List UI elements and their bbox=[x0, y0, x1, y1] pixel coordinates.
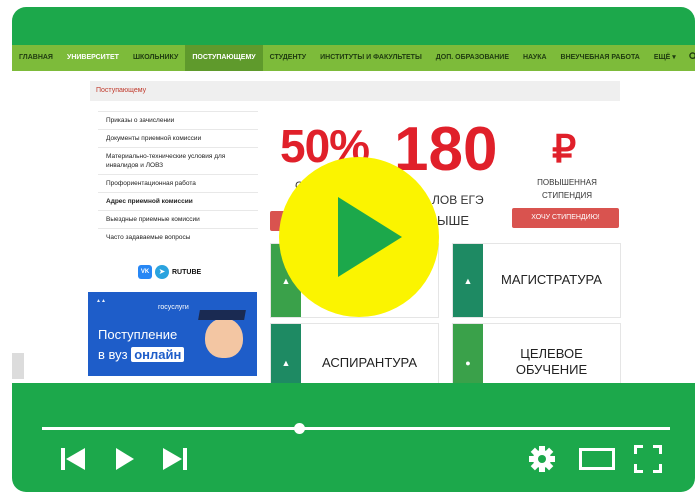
promo-ege-text: ЛОВ ЕГЭ bbox=[432, 193, 484, 207]
banner-line2: в вуз онлайн bbox=[98, 347, 185, 362]
menu-item-documents[interactable]: Документы приемной комиссии bbox=[98, 129, 258, 147]
side-scroll-tab[interactable] bbox=[12, 353, 24, 379]
card-side bbox=[453, 324, 483, 383]
settings-gear-icon[interactable] bbox=[527, 445, 557, 478]
play-small-icon[interactable] bbox=[115, 447, 135, 476]
menu-item-faq[interactable]: Часто задаваемые вопросы bbox=[98, 228, 258, 246]
gosuslugi-banner[interactable]: ▲▲ госуслуги Поступление в вуз онлайн bbox=[88, 292, 257, 376]
card-aspirantura[interactable]: ▲ АСПИРАНТУРА bbox=[270, 323, 439, 383]
promo-number: 180 bbox=[394, 115, 498, 184]
nav-institutes[interactable]: ИНСТИТУТЫ И ФАКУЛЬТЕТЫ bbox=[313, 45, 429, 71]
next-icon[interactable] bbox=[162, 447, 188, 476]
social-links: VK ➤ RUTUBE bbox=[138, 265, 201, 279]
menu-item-orders[interactable]: Приказы о зачислении bbox=[98, 111, 258, 129]
menu-item-address[interactable]: Адрес приемной комиссии bbox=[98, 192, 258, 210]
breadcrumb[interactable]: Поступающему bbox=[90, 81, 620, 101]
nav-more[interactable]: ЕЩЁ ▾ bbox=[647, 45, 683, 71]
nav-university[interactable]: УНИВЕРСИТЕТ bbox=[60, 45, 126, 71]
scholarship-text: ПОВЫШЕННАЯ СТИПЕНДИЯ bbox=[537, 178, 597, 200]
telegram-icon[interactable]: ➤ bbox=[155, 265, 169, 279]
site-nav: ГЛАВНАЯ УНИВЕРСИТЕТ ШКОЛЬНИКУ ПОСТУПАЮЩЕ… bbox=[12, 45, 695, 71]
rutube-logo[interactable]: RUTUBE bbox=[172, 269, 201, 276]
video-player: ГЛАВНАЯ УНИВЕРСИТЕТ ШКОЛЬНИКУ ПОСТУПАЮЩЕ… bbox=[12, 7, 695, 492]
play-icon[interactable] bbox=[338, 197, 402, 277]
nav-student[interactable]: СТУДЕНТУ bbox=[263, 45, 314, 71]
ruble-icon: ₽ bbox=[552, 129, 577, 171]
card-celevoe[interactable]: ● ЦЕЛЕВОЕ ОБУЧЕНИЕ bbox=[452, 323, 621, 383]
menu-item-career[interactable]: Профориентационная работа bbox=[98, 174, 258, 192]
sidebar-menu: Приказы о зачислении Документы приемной … bbox=[98, 111, 258, 246]
menu-item-conditions[interactable]: Материально-технические условия для инва… bbox=[98, 147, 258, 174]
nav-school[interactable]: ШКОЛЬНИКУ bbox=[126, 45, 185, 71]
banner-line1: Поступление bbox=[98, 327, 178, 342]
card-side bbox=[271, 324, 301, 383]
card-label: МАГИСТРАТУРА bbox=[501, 272, 602, 287]
card-magistratura[interactable]: ▲ МАГИСТРАТУРА bbox=[452, 243, 621, 318]
seek-bar-knob[interactable] bbox=[293, 423, 305, 434]
previous-icon[interactable] bbox=[60, 447, 86, 476]
vk-icon[interactable]: VK bbox=[138, 265, 152, 279]
card-label: ЦЕЛЕВОЕ ОБУЧЕНИЕ bbox=[515, 346, 588, 377]
nav-applicant[interactable]: ПОСТУПАЮЩЕМУ bbox=[185, 45, 263, 71]
graduation-cap-icon: ▲ bbox=[463, 276, 473, 286]
banner-gos: госуслуги bbox=[158, 304, 189, 311]
nav-home[interactable]: ГЛАВНАЯ bbox=[12, 45, 60, 71]
nav-extra-education[interactable]: ДОП. ОБРАЗОВАНИЕ bbox=[429, 45, 516, 71]
nav-extracurricular[interactable]: ВНЕУЧЕБНАЯ РАБОТА bbox=[554, 45, 647, 71]
card-label: АСПИРАНТУРА bbox=[322, 355, 417, 370]
mascot-face bbox=[205, 318, 243, 358]
want-scholarship-button[interactable]: ХОЧУ СТИПЕНДИЮ! bbox=[512, 208, 619, 228]
nav-science[interactable]: НАУКА bbox=[516, 45, 554, 71]
theater-mode-icon[interactable] bbox=[579, 448, 615, 475]
chat-icon: ● bbox=[465, 358, 471, 368]
promo-vyshe: ЫШЕ bbox=[437, 213, 470, 228]
graduation-cap-icon: ▲ bbox=[281, 358, 291, 368]
ministry-emblem-icon: ▲▲ bbox=[96, 298, 106, 304]
search-icon[interactable] bbox=[683, 52, 695, 64]
graduation-cap-icon bbox=[198, 310, 246, 320]
fullscreen-icon[interactable] bbox=[634, 445, 662, 478]
seek-bar-progress bbox=[42, 427, 300, 430]
menu-item-field-commissions[interactable]: Выездные приемные комиссии bbox=[98, 210, 258, 228]
